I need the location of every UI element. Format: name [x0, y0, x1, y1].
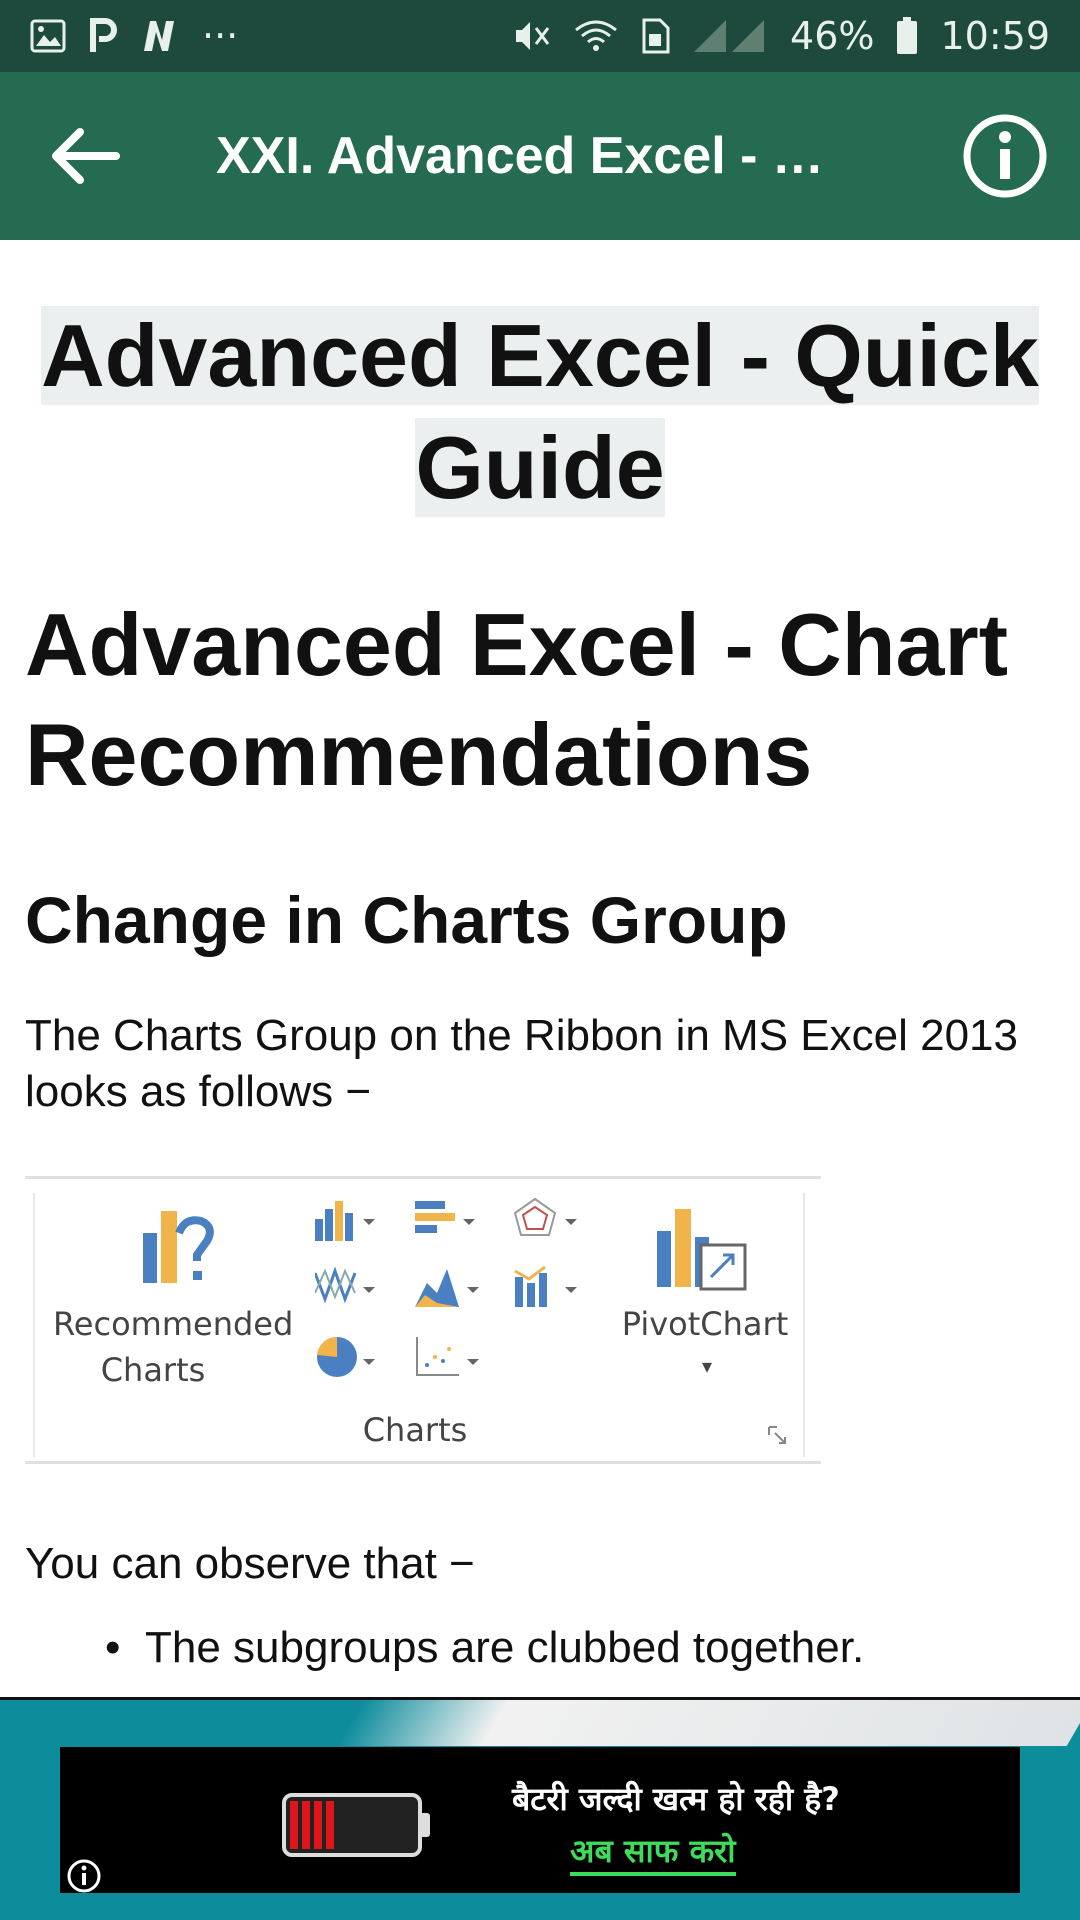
status-left: ···: [30, 14, 238, 58]
column-chart-icon: [315, 1201, 375, 1241]
line-chart-icon: [315, 1266, 375, 1304]
pivotchart-dropdown-icon: ▾: [701, 1354, 713, 1378]
recommended-charts-label: Recommended Charts: [53, 1301, 294, 1393]
overflow-dots: ···: [202, 14, 239, 58]
signal-icon: [692, 18, 768, 54]
pivotchart-icon: [657, 1209, 747, 1291]
bullet-item: The subgroups are clubbed together.: [25, 1620, 1055, 1676]
article-content: Advanced Excel - Quick Guide Advanced Ex…: [0, 240, 1080, 1697]
low-battery-icon: [282, 1793, 430, 1857]
paragraph-intro: The Charts Group on the Ribbon in MS Exc…: [25, 1011, 1018, 1116]
info-icon: [963, 114, 1047, 198]
status-bar: ··· 46% 10:59: [0, 0, 1080, 72]
status-right: 46% 10:59: [512, 14, 1050, 58]
page-title: Advanced Excel - Quick Guide: [25, 300, 1055, 524]
battery-icon: [896, 17, 918, 55]
p-icon: [88, 18, 118, 54]
ad-info-icon[interactable]: [66, 1858, 102, 1894]
battery-percent: 46%: [790, 14, 875, 58]
ad-area: बैटरी जल्दी खत्म हो रही है? अब साफ करो: [0, 1697, 1080, 1920]
clock: 10:59: [940, 14, 1050, 58]
charts-ribbon-image: Recommended Charts PivotChart ▾ Charts: [25, 1176, 821, 1464]
vibrate-icon: [512, 18, 552, 54]
image-icon: [30, 19, 66, 53]
app-bar: XXI. Advanced Excel - …: [0, 72, 1080, 240]
arrow-back-icon: [52, 128, 120, 184]
ad-background-strip: [336, 1700, 1080, 1746]
info-button[interactable]: [930, 72, 1080, 240]
bar-chart-icon: [415, 1201, 475, 1233]
combo-chart-icon: [514, 1265, 577, 1307]
recommended-line1: Recommended: [53, 1305, 294, 1343]
dialog-launcher-icon: [768, 1426, 786, 1444]
wifi-icon: [574, 18, 618, 54]
charts-group-label: Charts: [362, 1411, 468, 1449]
page-title-text: Advanced Excel - Quick Guide: [41, 306, 1039, 517]
ad-cta[interactable]: अब साफ करो: [570, 1829, 736, 1876]
subsection-heading: Change in Charts Group: [25, 883, 788, 957]
paragraph-observe: You can observe that −: [25, 1539, 475, 1588]
sim-icon: [640, 18, 670, 54]
n-icon: [140, 18, 180, 54]
back-button[interactable]: [0, 72, 170, 240]
ad-banner[interactable]: बैटरी जल्दी खत्म हो रही है? अब साफ करो: [60, 1747, 1020, 1893]
pie-chart-icon: [317, 1336, 375, 1377]
pivotchart-label: PivotChart: [621, 1305, 789, 1343]
app-bar-title: XXI. Advanced Excel - …: [216, 127, 824, 185]
radar-chart-icon: [513, 1197, 577, 1236]
ad-headline: बैटरी जल्दी खत्म हो रही है?: [512, 1780, 840, 1818]
recommended-line2: Charts: [100, 1351, 206, 1389]
recommended-charts-icon: [143, 1211, 214, 1283]
area-chart-icon: [415, 1269, 479, 1307]
chart-type-icons: [315, 1197, 577, 1377]
section-heading: Advanced Excel - Chart Recommendations: [25, 595, 1008, 804]
scatter-chart-icon: [416, 1337, 479, 1376]
